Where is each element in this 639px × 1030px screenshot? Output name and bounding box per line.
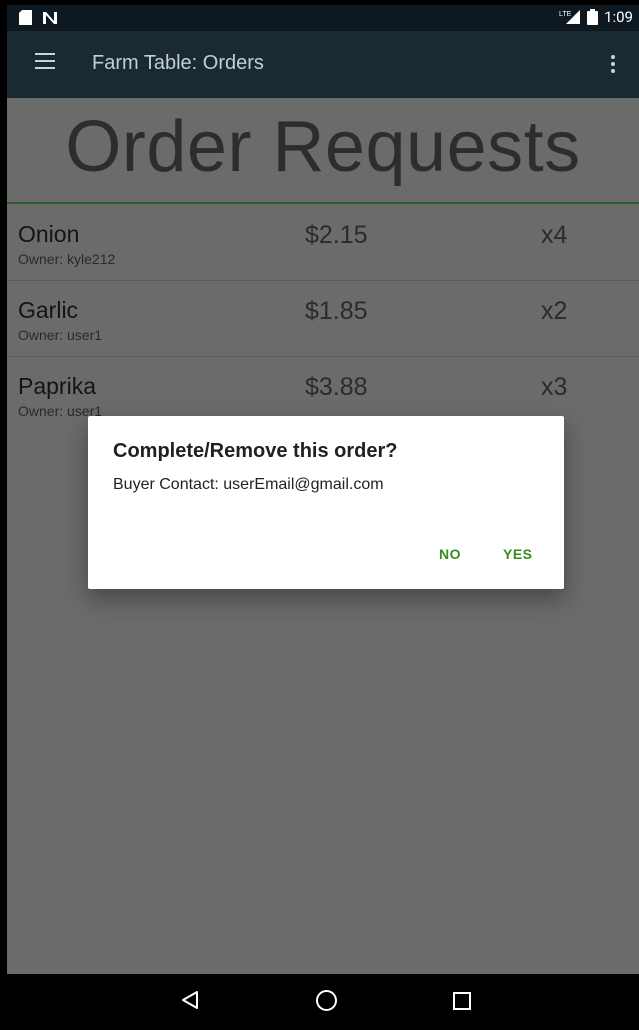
dialog-title: Complete/Remove this order? <box>113 440 398 462</box>
order-owner: Owner: kyle212 <box>18 251 116 267</box>
dialog-message: Buyer Contact: userEmail@gmail.com <box>113 476 384 493</box>
heading-divider <box>7 202 639 204</box>
order-quantity: x3 <box>541 373 568 401</box>
confirm-dialog: Complete/Remove this order? Buyer Contac… <box>88 416 564 589</box>
recent-apps-icon[interactable] <box>453 992 471 1010</box>
notification-n-icon <box>43 11 57 24</box>
no-button[interactable]: NO <box>439 546 461 562</box>
hamburger-menu-icon[interactable] <box>35 53 55 69</box>
status-bar: LTE 1:09 <box>7 5 639 31</box>
signal-lte-icon: LTE <box>559 10 581 24</box>
navigation-bar <box>0 974 639 1030</box>
order-quantity: x2 <box>541 297 568 325</box>
phone-screen: LTE 1:09 Farm Table: Orders Order Reques… <box>0 0 639 1030</box>
sd-card-icon <box>19 10 32 25</box>
screen-edge <box>0 0 7 1030</box>
order-owner: Owner: user1 <box>18 327 103 343</box>
order-price: $1.85 <box>305 297 368 325</box>
order-price: $3.88 <box>305 373 368 401</box>
app-bar: Farm Table: Orders <box>7 31 639 98</box>
order-row[interactable]: Onion Owner: kyle212 $2.15 x4 <box>7 205 639 281</box>
order-name: Onion <box>18 221 80 247</box>
yes-button[interactable]: YES <box>503 546 533 562</box>
order-name: Garlic <box>18 297 79 323</box>
svg-text:LTE: LTE <box>559 11 572 18</box>
app-title: Farm Table: Orders <box>92 52 264 74</box>
overflow-menu-icon[interactable] <box>611 55 615 76</box>
order-quantity: x4 <box>541 221 568 249</box>
order-row[interactable]: Garlic Owner: user1 $1.85 x2 <box>7 281 639 357</box>
page-heading: Order Requests <box>65 107 581 187</box>
back-icon[interactable] <box>180 990 200 1010</box>
order-price: $2.15 <box>305 221 368 249</box>
clock: 1:09 <box>604 8 633 26</box>
battery-icon <box>587 9 599 25</box>
home-icon[interactable] <box>316 990 337 1011</box>
order-name: Paprika <box>18 373 96 399</box>
